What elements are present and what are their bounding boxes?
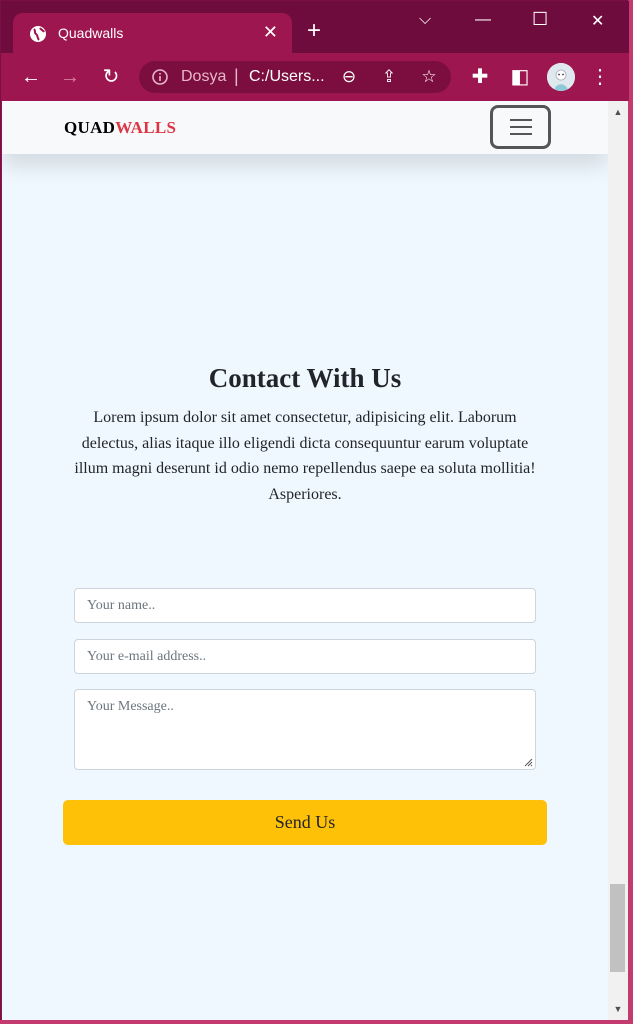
- minimize-button[interactable]: —: [475, 11, 491, 29]
- active-tab[interactable]: Quadwalls ✕: [13, 13, 292, 53]
- brand-part-2: WALLS: [115, 118, 177, 137]
- back-icon[interactable]: ←: [19, 65, 43, 89]
- scroll-down-arrow-icon[interactable]: ▼: [613, 1004, 623, 1014]
- message-placeholder: Your Message..: [87, 699, 174, 714]
- tab-search-icon[interactable]: ⌵: [419, 11, 431, 29]
- hamburger-icon: [510, 119, 532, 121]
- profile-avatar[interactable]: [547, 63, 575, 91]
- globe-icon: [30, 26, 46, 42]
- scrollbar-thumb[interactable]: [610, 884, 625, 972]
- tab-title: Quadwalls: [58, 25, 124, 41]
- forward-icon[interactable]: →: [58, 65, 82, 89]
- vertical-scrollbar[interactable]: ▲ ▼: [608, 101, 628, 1020]
- navbar-toggler-button[interactable]: [490, 105, 551, 149]
- message-textarea[interactable]: Your Message..: [74, 689, 536, 770]
- more-icon[interactable]: ⋮: [588, 65, 612, 89]
- star-icon[interactable]: ☆: [419, 67, 439, 87]
- hamburger-icon: [510, 126, 532, 128]
- extensions-icon[interactable]: ✚: [468, 65, 492, 89]
- url-text[interactable]: C:/Users...: [249, 68, 325, 86]
- maximize-button[interactable]: ☐: [532, 9, 548, 30]
- info-icon[interactable]: [151, 68, 169, 86]
- email-input[interactable]: Your e-mail address..: [74, 639, 536, 674]
- zoom-out-icon[interactable]: ⊖: [339, 67, 359, 87]
- brand-part-1: QUAD: [64, 118, 116, 137]
- address-bar[interactable]: Dosya | C:/Users... ⊖ ⇪ ☆: [139, 61, 451, 93]
- side-panel-icon[interactable]: ◧: [508, 65, 532, 89]
- contact-description: Lorem ipsum dolor sit amet consectetur, …: [74, 409, 536, 503]
- send-button[interactable]: Send Us: [63, 800, 547, 845]
- scroll-up-arrow-icon[interactable]: ▲: [613, 107, 623, 117]
- window-close-button[interactable]: ✕: [591, 11, 604, 31]
- new-tab-button[interactable]: +: [307, 19, 321, 43]
- reload-icon[interactable]: ↻: [99, 65, 123, 89]
- contact-heading: Contact With Us: [208, 363, 402, 393]
- browser-toolbar: ← → ↻ Dosya | C:/Users... ⊖ ⇪ ☆ ✚ ◧ ⋮: [1, 53, 629, 101]
- name-input[interactable]: Your name..: [74, 588, 536, 623]
- browser-window: Quadwalls ✕ + ⌵ — ☐ ✕ ← → ↻ Dosya | C:/U…: [0, 0, 629, 1020]
- tab-strip: Quadwalls ✕ + ⌵ — ☐ ✕: [1, 1, 629, 53]
- omnibox-separator: |: [234, 66, 239, 86]
- page-viewport: QUADWALLS Contact With Us Lorem ipsum do…: [2, 101, 608, 1020]
- hamburger-icon: [510, 133, 532, 135]
- resize-handle-icon[interactable]: [524, 758, 533, 767]
- site-navbar: QUADWALLS: [2, 101, 608, 154]
- brand-logo[interactable]: QUADWALLS: [64, 118, 176, 138]
- close-icon[interactable]: ✕: [263, 22, 278, 43]
- avatar-image: [547, 63, 575, 91]
- site-label: Dosya: [181, 68, 227, 85]
- share-icon[interactable]: ⇪: [379, 67, 399, 87]
